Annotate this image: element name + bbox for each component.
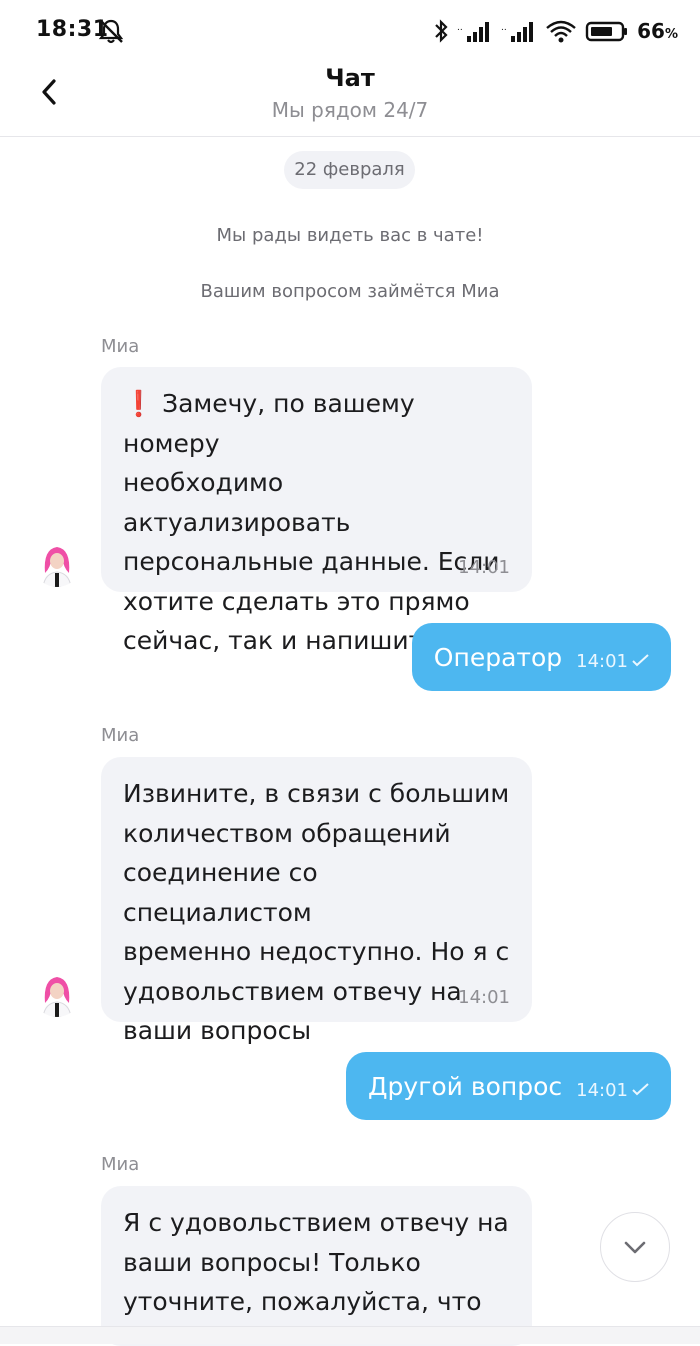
system-message: Мы рады видеть вас в чате! [216, 225, 484, 246]
mute-icon [98, 19, 124, 44]
signal-icon: .. [501, 22, 534, 42]
message-line: уточните, пожалуйста, что [123, 1287, 482, 1316]
outgoing-message[interactable]: Другой вопрос 14:01 [346, 1052, 671, 1120]
status-icons: .. .. 66% [433, 17, 678, 45]
message-text: Другой вопрос [368, 1071, 563, 1101]
sender-name: Миа [101, 1154, 140, 1175]
signal-icon: .. [457, 22, 490, 42]
message-line: временно недоступно. Но я с [123, 937, 510, 966]
incoming-message[interactable]: ❗ Замечу, по вашему номеру необходимо ак… [101, 367, 532, 655]
message-time: 14:01 [458, 987, 510, 1008]
check-icon [632, 654, 649, 667]
message-text: Оператор [433, 642, 563, 672]
sender-name: Миа [101, 725, 140, 746]
message-line: ❗ Замечу, по вашему номеру [123, 389, 415, 458]
sender-name: Миа [101, 336, 140, 357]
check-icon [632, 1083, 649, 1096]
chat-header: Чат Мы рядом 24/7 [0, 62, 700, 137]
wifi-icon [546, 20, 576, 43]
svg-text:..: .. [501, 23, 507, 33]
message-line: ваши вопросы! Только [123, 1247, 421, 1277]
scroll-down-button[interactable] [600, 1212, 670, 1282]
message-line: ваши вопросы [123, 1016, 312, 1045]
system-message: Вашим вопросом займётся Миа [200, 281, 500, 302]
chat-area[interactable]: 22 февраля Мы рады видеть вас в чате! Ва… [0, 137, 700, 1346]
bot-avatar-icon [33, 969, 81, 1017]
message-line: необходимо актуализировать [123, 468, 351, 537]
battery-icon [585, 21, 628, 42]
date-divider: 22 февраля [284, 151, 415, 189]
input-bar-edge [0, 1326, 700, 1344]
message-line: соединение со специалистом [123, 858, 318, 927]
message-time: 14:01 [576, 1079, 628, 1101]
message-line: персональные данные. Если [123, 547, 500, 576]
battery-percent: 66% [637, 19, 678, 43]
message-line: количеством обращений [123, 818, 451, 848]
message-line: удовольствием отвечу на [123, 976, 462, 1006]
message-time: 14:01 [458, 557, 510, 578]
message-line: Извините, в связи с большим [123, 779, 510, 808]
bluetooth-icon [435, 19, 448, 43]
outgoing-message[interactable]: Оператор 14:01 [411, 623, 671, 691]
message-line: хотите сделать это прямо [123, 586, 470, 616]
message-time: 14:01 [576, 650, 628, 672]
incoming-message[interactable]: Извините, в связи с большим количеством … [101, 757, 532, 1045]
page-subtitle: Мы рядом 24/7 [271, 98, 429, 122]
page-title: Чат [325, 64, 375, 92]
avatar [33, 969, 81, 1017]
status-bar: 18:31 .. .. 66% [0, 0, 700, 62]
svg-text:..: .. [457, 23, 463, 33]
incoming-message[interactable]: Я с удовольствием отвечу на ваши вопросы… [101, 1186, 532, 1346]
avatar [33, 539, 81, 587]
chevron-down-icon [624, 1241, 646, 1254]
message-line: Я с удовольствием отвечу на [123, 1208, 509, 1237]
bot-avatar-icon [33, 539, 81, 587]
